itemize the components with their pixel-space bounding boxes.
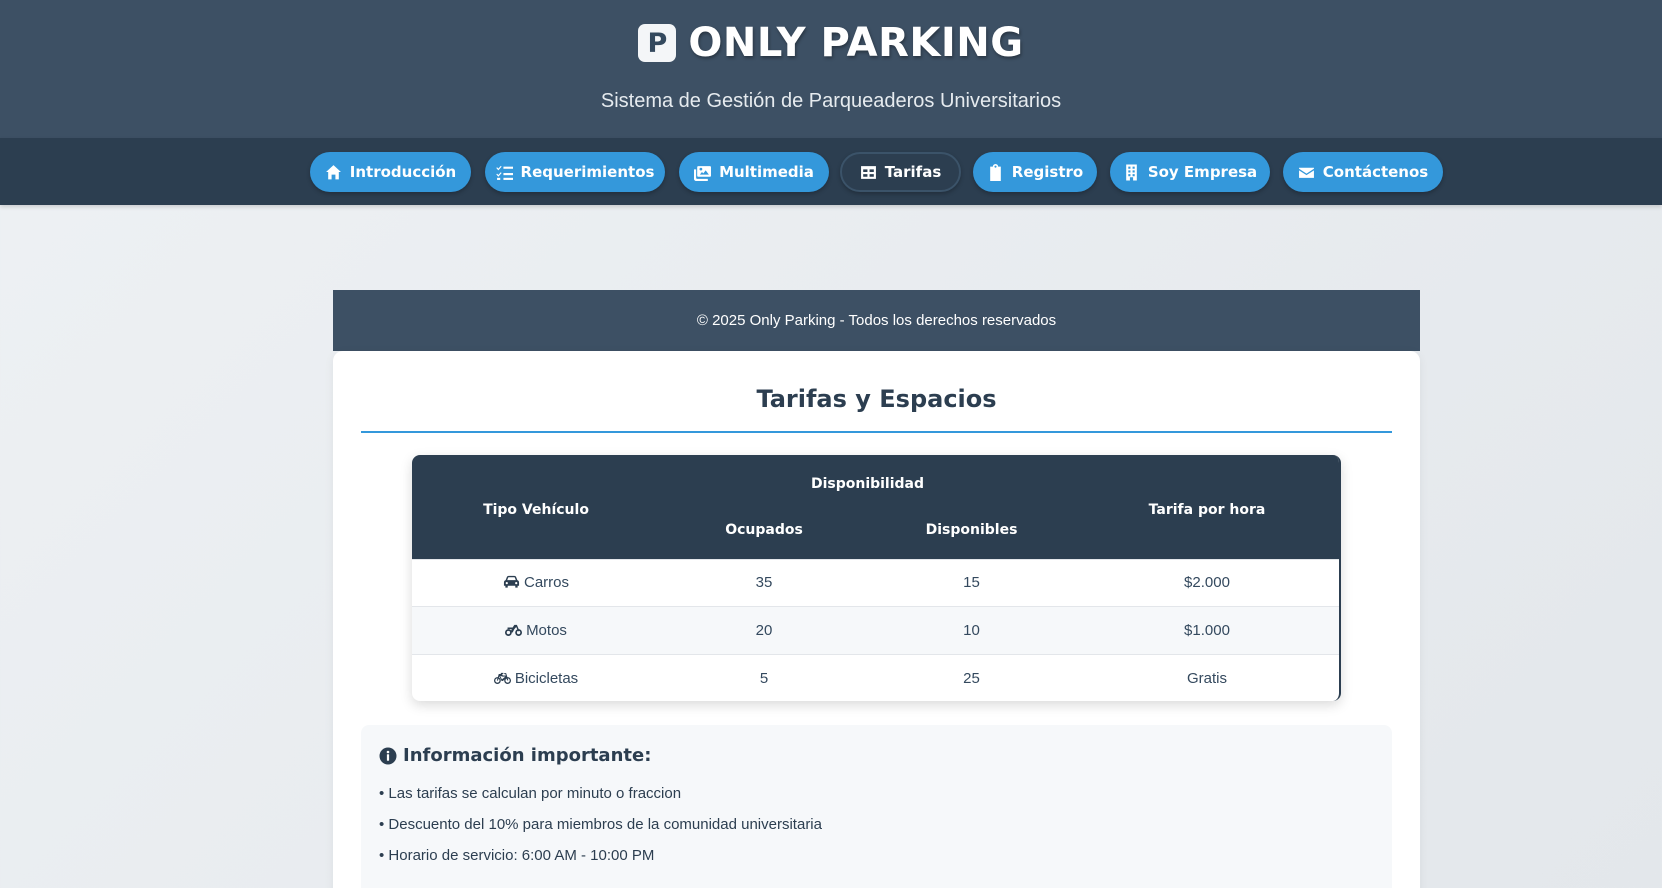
- important-info-box: Información importante: • Las tarifas se…: [361, 725, 1392, 888]
- rate-cell: $1.000: [1075, 606, 1339, 654]
- nav-label: Introducción: [349, 163, 457, 181]
- envelope-icon: [1298, 167, 1314, 178]
- section-title: Tarifas y Espacios: [756, 385, 997, 413]
- building-icon: [1126, 164, 1137, 180]
- nav-label: Tarifas: [884, 163, 942, 181]
- brand: P ONLY PARKING: [0, 20, 1662, 66]
- header-available: Disponibles: [868, 507, 1075, 559]
- list-check-icon: [495, 165, 513, 180]
- page-header: P ONLY PARKING Sistema de Gestión de Par…: [0, 0, 1662, 138]
- car-icon: [503, 576, 520, 588]
- images-icon: [694, 165, 712, 181]
- info-heading: Información importante:: [379, 745, 1374, 766]
- copyright-text: © 2025 Only Parking - Todos los derechos…: [696, 312, 1057, 329]
- motorcycle-icon: [505, 624, 523, 636]
- nav-contactenos-button[interactable]: Contáctenos: [1283, 152, 1443, 192]
- nav-tarifas-button[interactable]: Tarifas: [840, 152, 961, 192]
- site-subtitle: Sistema de Gestión de Parqueaderos Unive…: [600, 90, 1062, 112]
- vehicle-cell: Carros: [412, 558, 660, 607]
- vehicle-cell: Bicicletas: [412, 653, 660, 701]
- header-hourly-rate: Tarifa por hora: [1075, 455, 1339, 559]
- info-item: • Descuento del 10% para miembros de la …: [379, 816, 822, 833]
- vehicle-name: Carros: [523, 574, 569, 592]
- rate-cell: Gratis: [1075, 653, 1339, 701]
- info-list: • Las tarifas se calculan por minuto o f…: [379, 778, 1374, 871]
- table-icon: [860, 165, 876, 179]
- vehicle-name: Bicicletas: [514, 669, 579, 687]
- parking-logo-icon: P: [638, 24, 677, 62]
- nav-label: Registro: [1011, 163, 1084, 181]
- info-item: • Las tarifas se calculan por minuto o f…: [379, 785, 682, 802]
- header-vehicle-type: Tipo Vehículo: [412, 455, 660, 559]
- available-cell: 15: [868, 558, 1075, 607]
- rates-table: Tipo Vehículo Disponibilidad Tarifa por …: [412, 455, 1341, 701]
- rate-cell: $2.000: [1075, 558, 1339, 607]
- nav-soy-empresa-button[interactable]: Soy Empresa: [1110, 152, 1270, 192]
- nav-registro-button[interactable]: Registro: [973, 152, 1097, 192]
- copyright-bar: © 2025 Only Parking - Todos los derechos…: [333, 290, 1420, 351]
- header-occupied: Ocupados: [660, 507, 868, 559]
- nav-introduccion-button[interactable]: Introducción: [310, 152, 471, 192]
- table-row: Bicicletas 5 25 Gratis: [412, 653, 1339, 701]
- vehicle-cell: Motos: [412, 606, 660, 654]
- header-availability: Disponibilidad: [660, 455, 1075, 507]
- table-row: Motos 20 10 $1.000: [412, 606, 1339, 654]
- occupied-cell: 20: [660, 606, 868, 654]
- info-item: • Horario de servicio: 6:00 AM - 10:00 P…: [379, 847, 655, 864]
- title-divider: [361, 431, 1392, 433]
- available-cell: 10: [868, 606, 1075, 654]
- main-nav: Introducción Requerimientos Multimedia T…: [0, 138, 1662, 205]
- home-icon: [325, 164, 341, 179]
- available-cell: 25: [868, 653, 1075, 701]
- info-circle-icon: [379, 747, 397, 764]
- vehicle-name: Motos: [526, 621, 567, 639]
- nav-label: Contáctenos: [1322, 163, 1429, 181]
- nav-requerimientos-button[interactable]: Requerimientos: [485, 152, 665, 192]
- nav-label: Requerimientos: [520, 163, 655, 181]
- occupied-cell: 5: [660, 653, 868, 701]
- rates-card: Tarifas y Espacios Tipo Vehículo Disponi…: [333, 351, 1420, 888]
- nav-label: Multimedia: [719, 163, 814, 181]
- table-row: Carros 35 15 $2.000: [412, 558, 1339, 607]
- nav-multimedia-button[interactable]: Multimedia: [679, 152, 829, 192]
- clipboard-icon: [989, 163, 1001, 181]
- info-title: Información importante:: [403, 745, 652, 766]
- occupied-cell: 35: [660, 558, 868, 607]
- nav-label: Soy Empresa: [1147, 163, 1258, 181]
- site-title: ONLY PARKING: [688, 20, 1024, 66]
- bicycle-icon: [493, 672, 511, 684]
